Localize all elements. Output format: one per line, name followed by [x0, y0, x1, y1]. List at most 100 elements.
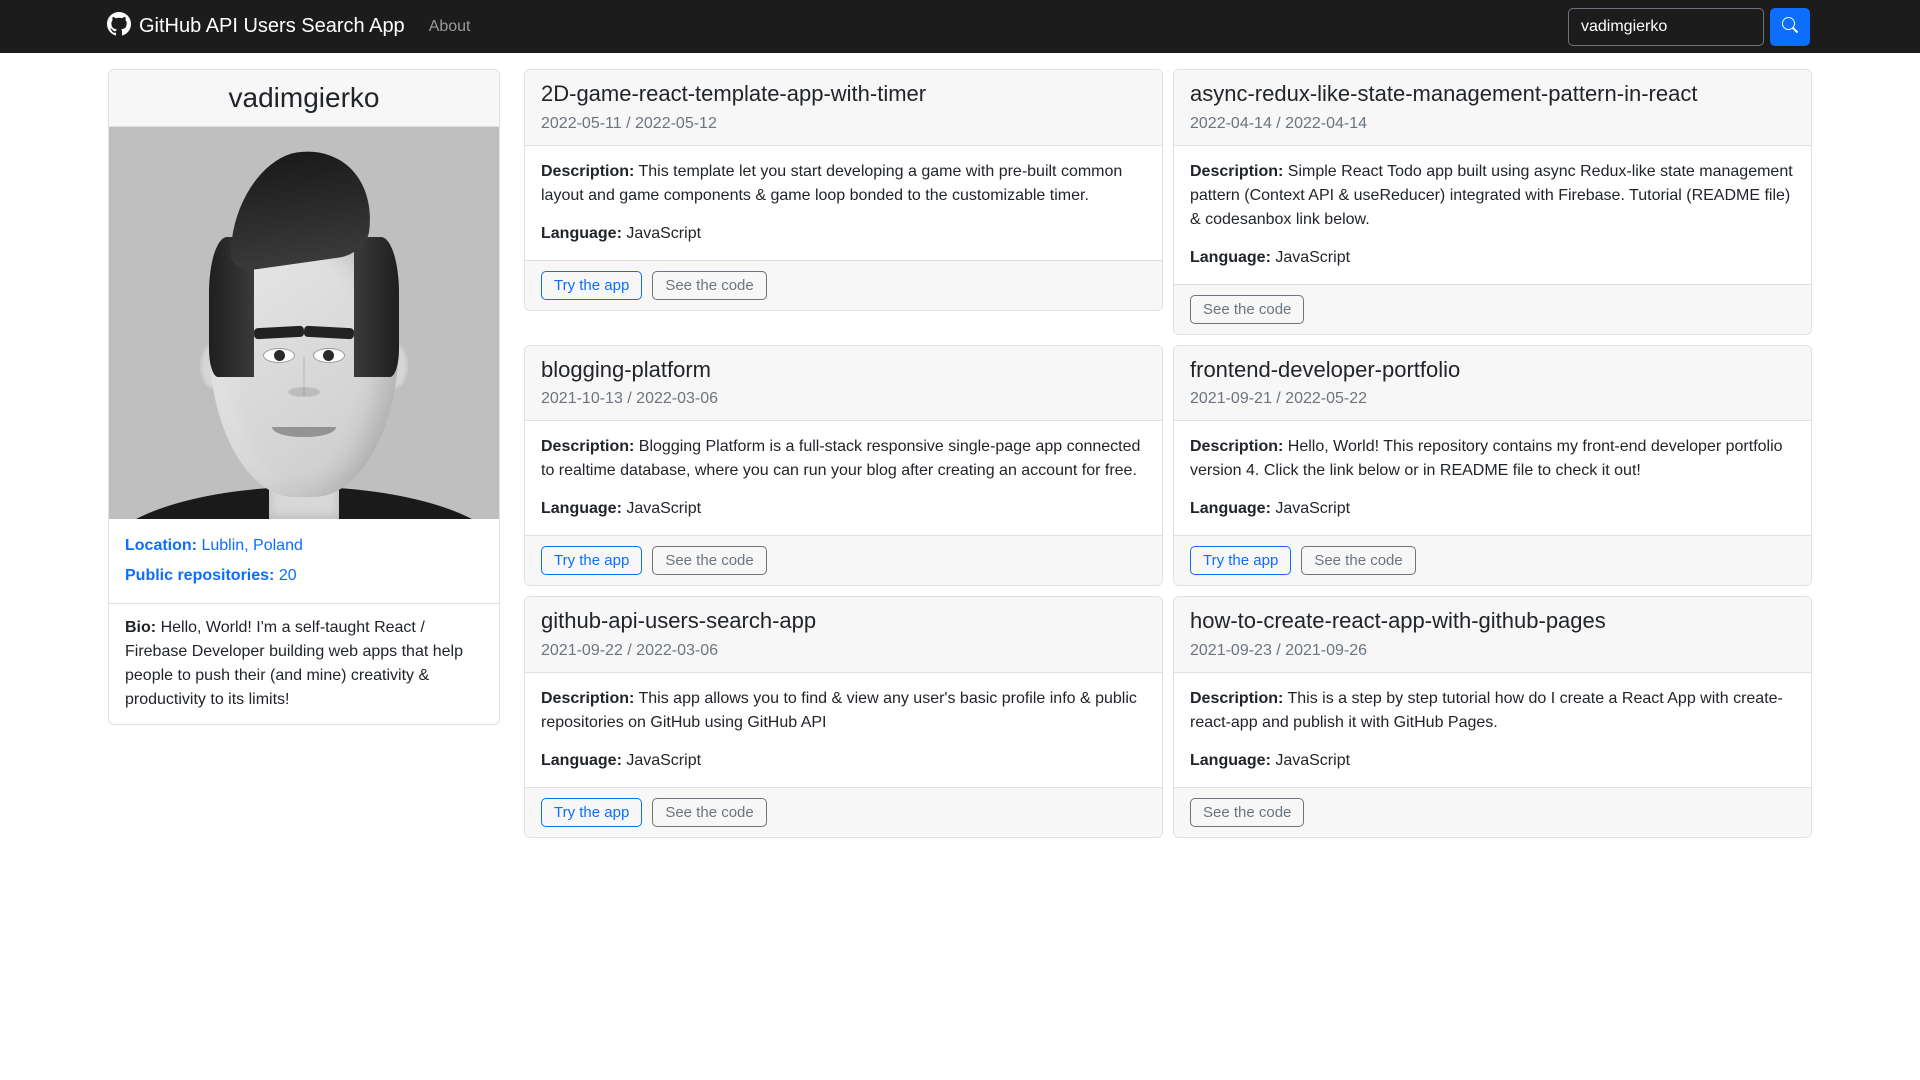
repo-title: 2D-game-react-template-app-with-timer: [541, 80, 1146, 109]
language-value: JavaScript: [622, 500, 701, 517]
repo-language: Language: JavaScript: [1190, 749, 1795, 773]
repo-language: Language: JavaScript: [1190, 246, 1795, 270]
repo-description: Description: This is a step by step tuto…: [1190, 687, 1795, 735]
see-code-button[interactable]: See the code: [1190, 798, 1304, 827]
repo-card: 2D-game-react-template-app-with-timer 202…: [524, 69, 1163, 311]
repo-card-body: Description: This is a step by step tuto…: [1174, 673, 1811, 787]
user-info-list: Location: Lublin, Poland Public reposito…: [109, 519, 499, 604]
repo-card-footer: Try the app See the code: [525, 535, 1162, 585]
repo-card: github-api-users-search-app 2021-09-22 / …: [524, 596, 1163, 838]
repo-title: async-redux-like-state-management-patter…: [1190, 80, 1795, 109]
try-app-button[interactable]: Try the app: [541, 798, 642, 827]
repo-title: github-api-users-search-app: [541, 607, 1146, 636]
language-label: Language:: [541, 752, 622, 769]
language-value: JavaScript: [1271, 500, 1350, 517]
description-label: Description:: [1190, 163, 1283, 180]
search-icon: [1782, 17, 1798, 36]
repos-link[interactable]: Public repositories: 20: [125, 567, 297, 584]
repo-card-header: frontend-developer-portfolio 2021-09-21 /…: [1174, 346, 1811, 422]
repo-card-body: Description: Simple React Todo app built…: [1174, 146, 1811, 284]
language-label: Language:: [541, 225, 622, 242]
repo-dates: 2022-05-11 / 2022-05-12: [541, 115, 1146, 133]
language-value: JavaScript: [622, 752, 701, 769]
description-label: Description:: [541, 163, 634, 180]
repo-card-footer: Try the app See the code: [525, 260, 1162, 310]
repo-dates: 2021-09-23 / 2021-09-26: [1190, 642, 1795, 660]
language-value: JavaScript: [1271, 752, 1350, 769]
github-icon: [107, 12, 131, 42]
repo-language: Language: JavaScript: [1190, 497, 1795, 521]
brand-link[interactable]: GitHub API Users Search App: [107, 12, 405, 42]
see-code-button[interactable]: See the code: [652, 271, 766, 300]
try-app-button[interactable]: Try the app: [541, 546, 642, 575]
repo-title: frontend-developer-portfolio: [1190, 356, 1795, 385]
repo-card: async-redux-like-state-management-patter…: [1173, 69, 1812, 335]
repo-card-header: github-api-users-search-app 2021-09-22 / …: [525, 597, 1162, 673]
navbar: GitHub API Users Search App About: [0, 0, 1920, 53]
repo-description: Description: This template let you start…: [541, 160, 1146, 208]
language-label: Language:: [1190, 752, 1271, 769]
repo-card: blogging-platform 2021-10-13 / 2022-03-06…: [524, 345, 1163, 587]
repo-card-body: Description: Hello, World! This reposito…: [1174, 421, 1811, 535]
repo-card-body: Description: Blogging Platform is a full…: [525, 421, 1162, 535]
main-container: vadimgierko Lo: [0, 53, 1920, 838]
repo-title: how-to-create-react-app-with-github-page…: [1190, 607, 1795, 636]
user-card-header: vadimgierko: [109, 70, 499, 127]
user-login: vadimgierko: [125, 82, 483, 114]
description-label: Description:: [541, 438, 634, 455]
description-label: Description:: [541, 690, 634, 707]
repo-card-header: how-to-create-react-app-with-github-page…: [1174, 597, 1811, 673]
search-input[interactable]: [1568, 8, 1764, 46]
see-code-button[interactable]: See the code: [652, 798, 766, 827]
repo-card: how-to-create-react-app-with-github-page…: [1173, 596, 1812, 838]
navbar-left: GitHub API Users Search App About: [107, 12, 471, 42]
language-label: Language:: [1190, 249, 1271, 266]
repo-card-header: 2D-game-react-template-app-with-timer 202…: [525, 70, 1162, 146]
user-card: vadimgierko Lo: [108, 69, 500, 725]
repo-language: Language: JavaScript: [541, 749, 1146, 773]
avatar-wrap: [109, 127, 499, 519]
repo-card-footer: See the code: [1174, 284, 1811, 334]
language-label: Language:: [541, 500, 622, 517]
repo-card-header: async-redux-like-state-management-patter…: [1174, 70, 1811, 146]
repo-description: Description: Hello, World! This reposito…: [1190, 435, 1795, 483]
try-app-button[interactable]: Try the app: [1190, 546, 1291, 575]
language-value: JavaScript: [1271, 249, 1350, 266]
repo-title: blogging-platform: [541, 356, 1146, 385]
repo-dates: 2021-09-21 / 2022-05-22: [1190, 390, 1795, 408]
repo-language: Language: JavaScript: [541, 497, 1146, 521]
repo-dates: 2021-10-13 / 2022-03-06: [541, 390, 1146, 408]
repo-card-header: blogging-platform 2021-10-13 / 2022-03-06: [525, 346, 1162, 422]
repo-description: Description: Blogging Platform is a full…: [541, 435, 1146, 483]
repo-card-body: Description: This template let you start…: [525, 146, 1162, 260]
repo-language: Language: JavaScript: [541, 222, 1146, 246]
description-label: Description:: [1190, 438, 1283, 455]
see-code-button[interactable]: See the code: [1190, 295, 1304, 324]
repo-grid: 2D-game-react-template-app-with-timer 202…: [524, 69, 1812, 838]
language-label: Language:: [1190, 500, 1271, 517]
search-button[interactable]: [1770, 8, 1810, 46]
repo-description: Description: Simple React Todo app built…: [1190, 160, 1795, 232]
repo-card-footer: See the code: [1174, 787, 1811, 837]
avatar: [109, 127, 499, 519]
bio-label: Bio:: [125, 619, 156, 636]
description-label: Description:: [1190, 690, 1283, 707]
see-code-button[interactable]: See the code: [1301, 546, 1415, 575]
location-link[interactable]: Location: Lublin, Poland: [125, 537, 303, 554]
repos-value: 20: [279, 567, 297, 584]
navbar-right: [1568, 8, 1810, 46]
repo-dates: 2021-09-22 / 2022-03-06: [541, 642, 1146, 660]
try-app-button[interactable]: Try the app: [541, 271, 642, 300]
repo-description: Description: This app allows you to find…: [541, 687, 1146, 735]
bio-value: Hello, World! I'm a self-taught React / …: [125, 619, 463, 708]
location-value: Lublin, Poland: [201, 537, 302, 554]
repo-card-body: Description: This app allows you to find…: [525, 673, 1162, 787]
repo-card-footer: Try the app See the code: [1174, 535, 1811, 585]
about-link[interactable]: About: [429, 18, 471, 36]
language-value: JavaScript: [622, 225, 701, 242]
repo-card: frontend-developer-portfolio 2021-09-21 /…: [1173, 345, 1812, 587]
location-label: Location:: [125, 537, 197, 554]
repo-dates: 2022-04-14 / 2022-04-14: [1190, 115, 1795, 133]
user-bio: Bio: Hello, World! I'm a self-taught Rea…: [109, 604, 499, 724]
see-code-button[interactable]: See the code: [652, 546, 766, 575]
